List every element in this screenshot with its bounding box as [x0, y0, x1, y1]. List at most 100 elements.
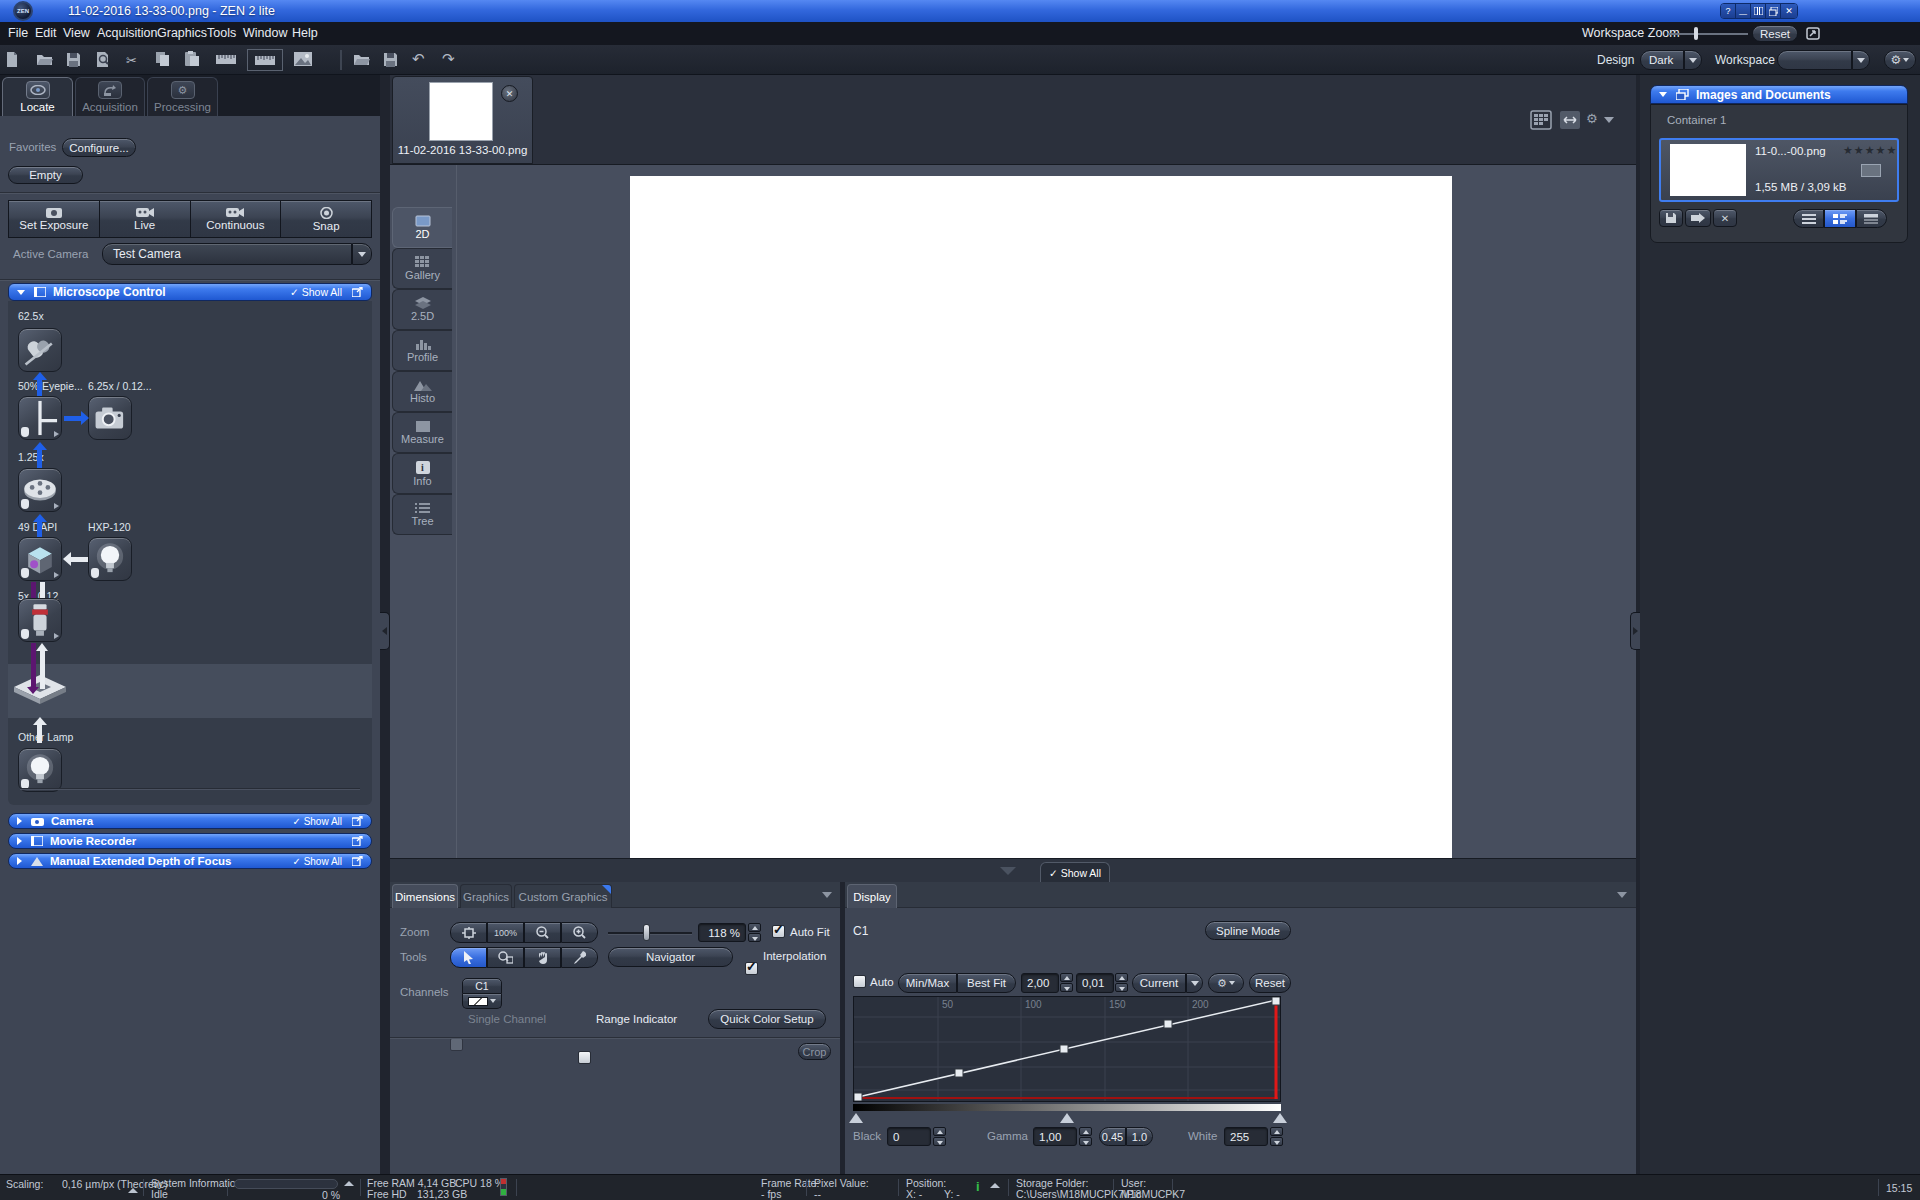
pan-tool-button[interactable]: [524, 947, 561, 968]
details-view-button[interactable]: [1856, 209, 1887, 228]
popout-icon[interactable]: [352, 856, 363, 866]
workspace-zoom-slider-thumb[interactable]: [1694, 27, 1698, 40]
minimize-button[interactable]: —: [1736, 4, 1751, 18]
zoom-value-stepper[interactable]: [748, 923, 761, 942]
camera-panel-header[interactable]: Camera ✓ Show All: [8, 813, 372, 829]
node-eyepiece-splitter[interactable]: [18, 396, 62, 440]
popout-icon[interactable]: [352, 816, 363, 826]
collapse-controls-icon[interactable]: [1000, 867, 1016, 875]
gamma-10-button[interactable]: 1.0: [1126, 1127, 1153, 1146]
left-panel-collapse-handle[interactable]: [380, 612, 390, 650]
document-tab[interactable]: ✕ 11-02-2016 13-33-00.png: [392, 76, 533, 164]
zoom-slider-thumb[interactable]: [643, 924, 650, 941]
new-document-icon[interactable]: [4, 51, 20, 68]
channel-selector[interactable]: C1: [462, 978, 502, 1009]
item-select-box[interactable]: [1861, 164, 1881, 177]
tab-processing[interactable]: ⚙ Processing: [147, 77, 218, 116]
bestfit-high-stepper[interactable]: [1115, 973, 1128, 992]
white-point-slider[interactable]: [1273, 1113, 1287, 1123]
copy-icon[interactable]: [156, 52, 170, 67]
gallery-view-icon[interactable]: [1530, 110, 1552, 130]
list-view-button[interactable]: [1793, 209, 1824, 228]
movie-recorder-header[interactable]: Movie Recorder: [8, 833, 372, 849]
tab-graphics[interactable]: Graphics: [460, 884, 512, 908]
find-icon[interactable]: [95, 51, 111, 68]
gamma-045-button[interactable]: 0.45: [1099, 1127, 1126, 1146]
thumbnail-view-button[interactable]: [1824, 209, 1855, 228]
menu-acquisition[interactable]: Acquisition: [97, 26, 157, 40]
export-item-button[interactable]: [1685, 209, 1711, 227]
bestfit-high-input[interactable]: 0,01: [1076, 973, 1114, 993]
min-max-button[interactable]: Min/Max: [898, 973, 957, 993]
open-icon[interactable]: [36, 52, 53, 66]
display-settings-button[interactable]: ⚙: [1208, 973, 1244, 993]
zoom-value-input[interactable]: 118 %: [698, 923, 746, 942]
navigator-button[interactable]: Navigator: [608, 947, 733, 967]
image-icon[interactable]: [294, 52, 312, 66]
images-documents-header[interactable]: Images and Documents: [1650, 85, 1908, 104]
show-all-tab[interactable]: ✓ Show All: [1040, 862, 1110, 883]
picker-tool-button[interactable]: [561, 947, 598, 968]
node-hxp-lamp[interactable]: [88, 537, 132, 581]
node-camera-port[interactable]: [88, 396, 132, 440]
view-options-dropdown-icon[interactable]: [1604, 117, 1614, 123]
panel-dropdown-icon[interactable]: [1617, 892, 1627, 898]
view-tab-histo[interactable]: Histo: [392, 371, 452, 412]
empty-button[interactable]: Empty: [8, 166, 83, 184]
expand-view-icon[interactable]: [1560, 111, 1580, 129]
workspace-zoom-slider-track[interactable]: [1668, 33, 1748, 35]
histogram-curve-area[interactable]: 50 100 150 200: [853, 996, 1281, 1102]
document-list-item[interactable]: 11-0...-00.png ★★★★★ 1,55 MB / 3,09 kB: [1659, 138, 1899, 202]
set-exposure-button[interactable]: Set Exposure: [9, 201, 100, 237]
tab-dimensions[interactable]: Dimensions: [392, 884, 458, 908]
popout-icon[interactable]: [352, 287, 363, 297]
view-tab-measure[interactable]: Measure: [392, 412, 452, 453]
scaling-expand-icon[interactable]: [128, 1188, 138, 1193]
white-stepper[interactable]: [1270, 1127, 1283, 1146]
show-all-toggle[interactable]: ✓ Show All: [290, 286, 342, 298]
tab-locate[interactable]: Locate: [2, 77, 73, 116]
quick-color-setup-button[interactable]: Quick Color Setup: [708, 1009, 826, 1029]
menu-edit[interactable]: Edit: [35, 26, 57, 40]
help-button[interactable]: ?: [1721, 4, 1736, 18]
zoom-100-button[interactable]: 100%: [487, 922, 524, 943]
bestfit-low-stepper[interactable]: [1060, 973, 1073, 992]
current-dropdown[interactable]: Current: [1132, 973, 1203, 993]
continuous-button[interactable]: Continuous: [191, 201, 282, 237]
tab-acquisition[interactable]: Acquisition: [75, 77, 145, 116]
configure-button[interactable]: Configure...: [62, 138, 136, 157]
zoom-in-button[interactable]: [561, 922, 598, 943]
ruler-icon[interactable]: [216, 55, 236, 64]
interpolation-checkbox[interactable]: [745, 962, 758, 975]
close-document-icon[interactable]: ✕: [501, 85, 518, 102]
redo-icon[interactable]: ↷: [442, 50, 455, 68]
tile-button[interactable]: [1751, 4, 1766, 18]
save-image-icon[interactable]: [383, 52, 398, 67]
microscope-control-header[interactable]: Microscope Control ✓ Show All: [8, 283, 372, 301]
gamma-stepper[interactable]: [1079, 1127, 1092, 1146]
black-input[interactable]: 0: [887, 1127, 931, 1146]
image-canvas[interactable]: [630, 176, 1452, 858]
menu-view[interactable]: View: [63, 26, 90, 40]
paste-icon[interactable]: [185, 51, 199, 67]
pointer-tool-button[interactable]: [450, 947, 487, 968]
save-icon[interactable]: [66, 52, 81, 67]
ruler-select-icon[interactable]: [247, 49, 283, 71]
view-tab-tree[interactable]: Tree: [392, 494, 452, 535]
progress-expand-icon[interactable]: [344, 1181, 354, 1186]
save-item-button[interactable]: [1659, 209, 1683, 227]
view-settings-gear-icon[interactable]: ⚙: [1586, 111, 1598, 126]
tab-custom-graphics[interactable]: Custom Graphics: [514, 884, 612, 908]
menu-help[interactable]: Help: [292, 26, 318, 40]
right-panel-collapse-handle[interactable]: [1630, 612, 1640, 650]
node-objective-top[interactable]: [18, 328, 62, 372]
live-button[interactable]: Live: [100, 201, 191, 237]
edf-panel-header[interactable]: Manual Extended Depth of Focus ✓ Show Al…: [8, 853, 372, 869]
info-indicator[interactable]: i: [976, 1179, 980, 1194]
workspace-zoom-reset-button[interactable]: Reset: [1752, 25, 1798, 42]
info-expand-icon[interactable]: [990, 1183, 1000, 1188]
range-indicator-checkbox[interactable]: [578, 1051, 591, 1064]
node-objective[interactable]: [18, 598, 62, 642]
design-dropdown[interactable]: Dark: [1640, 50, 1702, 70]
close-button[interactable]: ✕: [1781, 4, 1797, 18]
